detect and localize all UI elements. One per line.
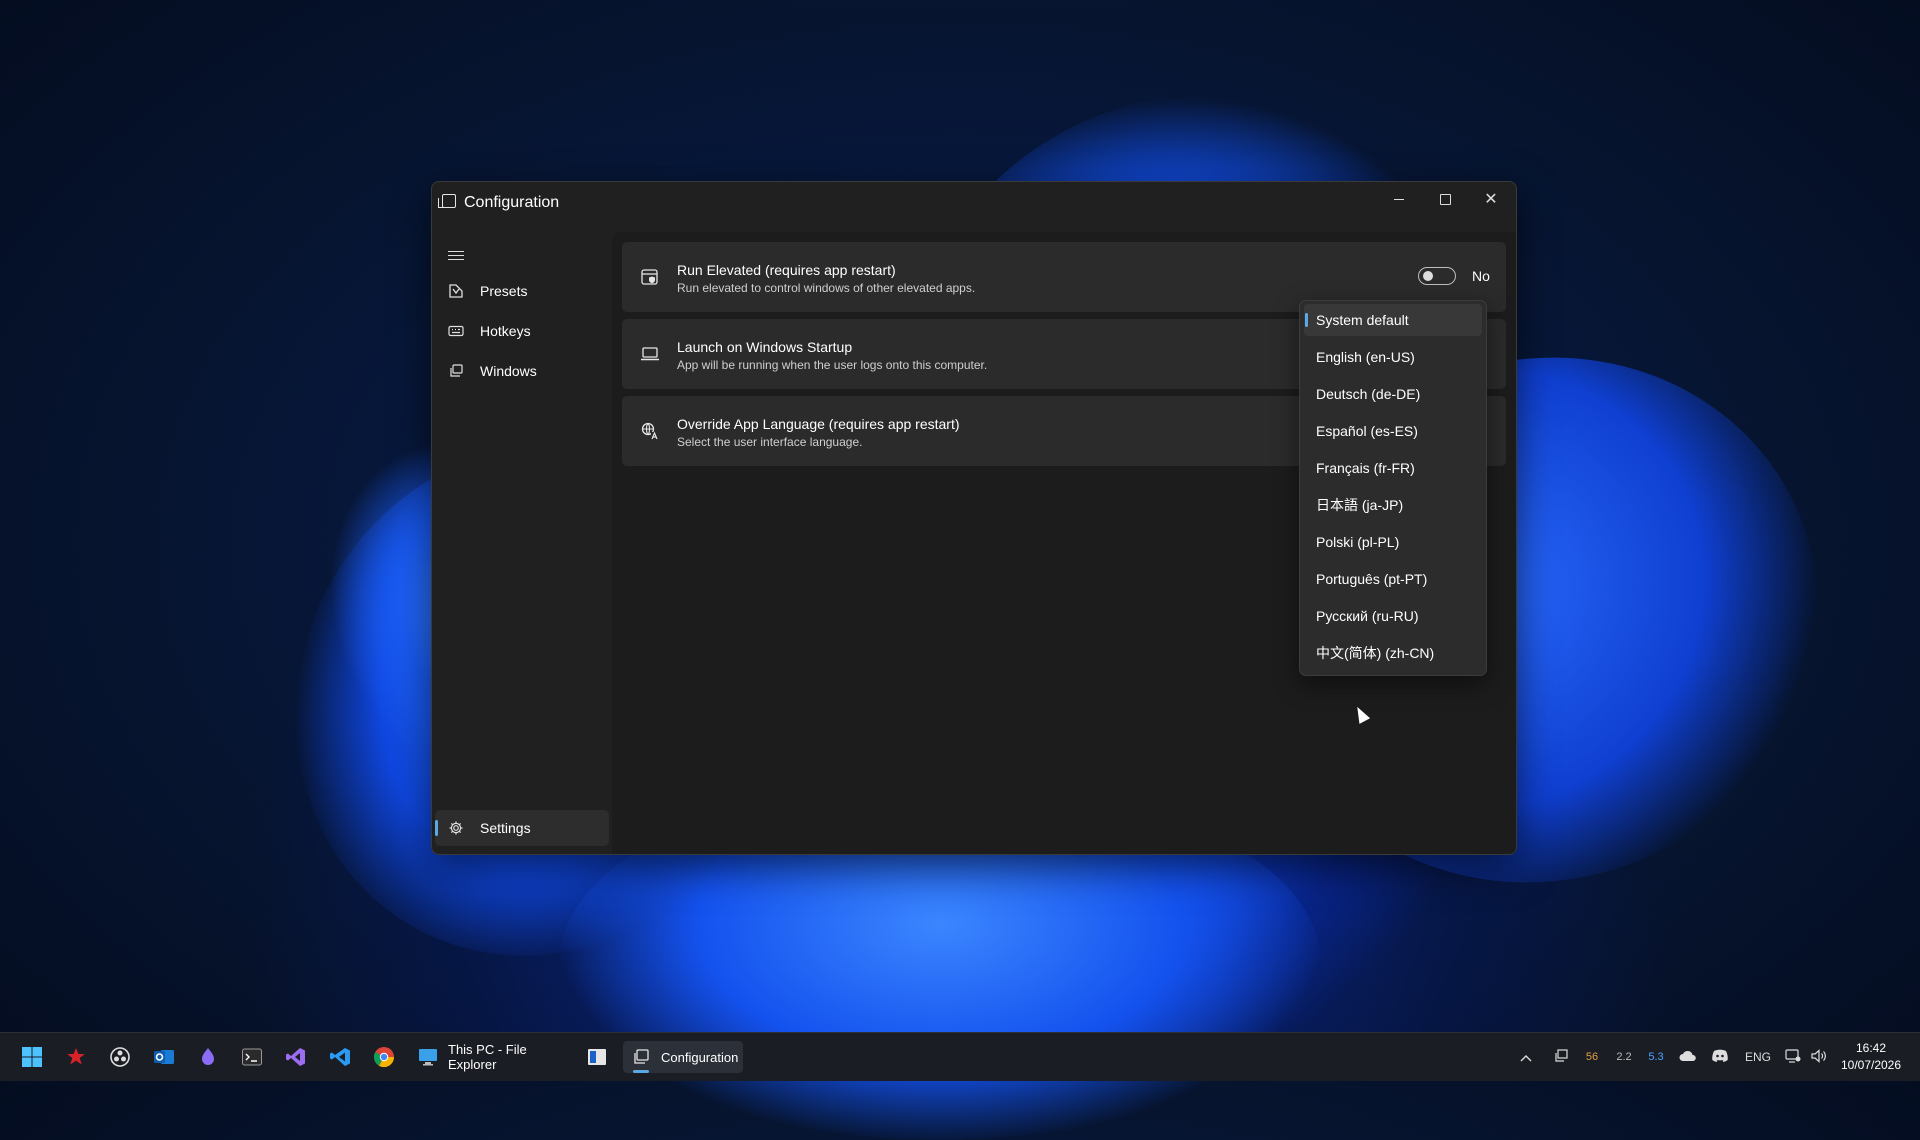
language-option[interactable]: 日本語 (ja-JP) xyxy=(1304,489,1482,521)
language-option[interactable]: Français (fr-FR) xyxy=(1304,452,1482,484)
app-icon xyxy=(438,194,456,208)
window-switch-icon[interactable] xyxy=(1546,1048,1576,1066)
chrome-icon[interactable] xyxy=(372,1045,396,1069)
maximize-button[interactable] xyxy=(1422,182,1468,216)
nav-item-presets[interactable]: Presets xyxy=(435,273,609,309)
language-option[interactable]: Polski (pl-PL) xyxy=(1304,526,1482,558)
tray-value-cpu: 56 xyxy=(1585,1051,1599,1063)
tray-value-memory: 2.2 xyxy=(1616,1051,1632,1063)
nav-item-label: Windows xyxy=(480,363,537,379)
toggle-state-label: No xyxy=(1472,268,1490,284)
title-bar[interactable]: Configuration ✕ xyxy=(432,182,1516,232)
outlook-icon[interactable] xyxy=(152,1045,176,1069)
taskbar: This PC - File Explorer Configuration 56… xyxy=(0,1032,1920,1081)
nav-item-windows[interactable]: Windows xyxy=(435,353,609,389)
setting-title: Launch on Windows Startup xyxy=(677,339,853,355)
nav-item-label: Settings xyxy=(480,820,531,836)
taskbar-app-label: Configuration xyxy=(661,1049,739,1065)
chevron-up-icon[interactable] xyxy=(1514,1049,1538,1065)
setting-description: Run elevated to control windows of other… xyxy=(677,281,976,295)
terminal-icon[interactable] xyxy=(240,1045,264,1069)
toggle-knob xyxy=(1423,271,1433,281)
presets-icon xyxy=(448,283,464,299)
language-option[interactable]: 中文(简体) (zh-CN) xyxy=(1304,637,1482,669)
configuration-icon xyxy=(631,1047,651,1067)
nav-item-label: Presets xyxy=(480,283,528,299)
input-language-label[interactable]: ENG xyxy=(1736,1050,1780,1064)
start-button-icon[interactable] xyxy=(20,1045,44,1069)
close-button[interactable]: ✕ xyxy=(1468,182,1514,216)
taskbar-app-file-explorer[interactable]: This PC - File Explorer xyxy=(410,1041,570,1073)
nav-item-settings[interactable]: Settings xyxy=(435,810,609,846)
obs-studio-icon[interactable] xyxy=(108,1045,132,1069)
setting-title: Override App Language (requires app rest… xyxy=(677,416,960,432)
language-option[interactable]: System default xyxy=(1304,304,1482,336)
taskbar-clock[interactable]: 16:42 10/07/2026 xyxy=(1836,1040,1906,1074)
nav-item-hotkeys[interactable]: Hotkeys xyxy=(435,313,609,349)
visual-studio-icon[interactable] xyxy=(284,1045,308,1069)
computer-icon xyxy=(418,1047,438,1067)
network-icon[interactable] xyxy=(1780,1048,1806,1066)
setting-description: Select the user interface language. xyxy=(677,435,863,449)
language-option[interactable]: Deutsch (de-DE) xyxy=(1304,378,1482,410)
keyboard-icon xyxy=(448,323,464,339)
clock-date: 10/07/2026 xyxy=(1840,1058,1902,1072)
blue-window-app-icon[interactable] xyxy=(585,1045,609,1069)
language-option[interactable]: Português (pt-PT) xyxy=(1304,563,1482,595)
minimize-button[interactable] xyxy=(1376,182,1422,216)
nav-item-label: Hotkeys xyxy=(480,323,531,339)
language-dropdown-list[interactable]: System default English (en-US) Deutsch (… xyxy=(1299,300,1487,676)
setting-title: Run Elevated (requires app restart) xyxy=(677,262,896,278)
clock-time: 16:42 xyxy=(1855,1041,1887,1055)
taskbar-app-configuration[interactable]: Configuration xyxy=(623,1041,743,1073)
language-icon xyxy=(640,421,660,441)
taskbar-app-label: This PC - File Explorer xyxy=(448,1042,527,1072)
laptop-icon xyxy=(640,344,660,364)
minimize-icon xyxy=(1394,198,1404,200)
language-option[interactable]: Русский (ru-RU) xyxy=(1304,600,1482,632)
close-icon: ✕ xyxy=(1484,191,1498,208)
discord-icon[interactable] xyxy=(1704,1049,1736,1066)
language-option[interactable]: English (en-US) xyxy=(1304,341,1482,373)
window-title: Configuration xyxy=(464,194,560,211)
gear-icon xyxy=(448,820,464,836)
maximize-icon xyxy=(1439,193,1451,205)
onedrive-cloud-icon[interactable] xyxy=(1672,1050,1704,1065)
volume-icon[interactable] xyxy=(1806,1048,1832,1066)
language-option[interactable]: Español (es-ES) xyxy=(1304,415,1482,447)
tray-value-network: 5.3 xyxy=(1648,1051,1664,1063)
vscode-icon[interactable] xyxy=(328,1045,352,1069)
red-star-app-icon[interactable] xyxy=(64,1045,88,1069)
system-tray: 56 2.2 5.3 ENG xyxy=(1514,1033,1832,1081)
hamburger-menu-icon[interactable] xyxy=(448,248,464,263)
navigation-pane: Presets Hotkeys Windows Settings xyxy=(432,232,612,854)
run-elevated-toggle[interactable] xyxy=(1418,267,1456,285)
setting-description: App will be running when the user logs o… xyxy=(677,358,988,372)
shield-app-icon xyxy=(640,267,660,287)
windows-icon xyxy=(448,363,464,379)
purple-app-icon[interactable] xyxy=(196,1045,220,1069)
